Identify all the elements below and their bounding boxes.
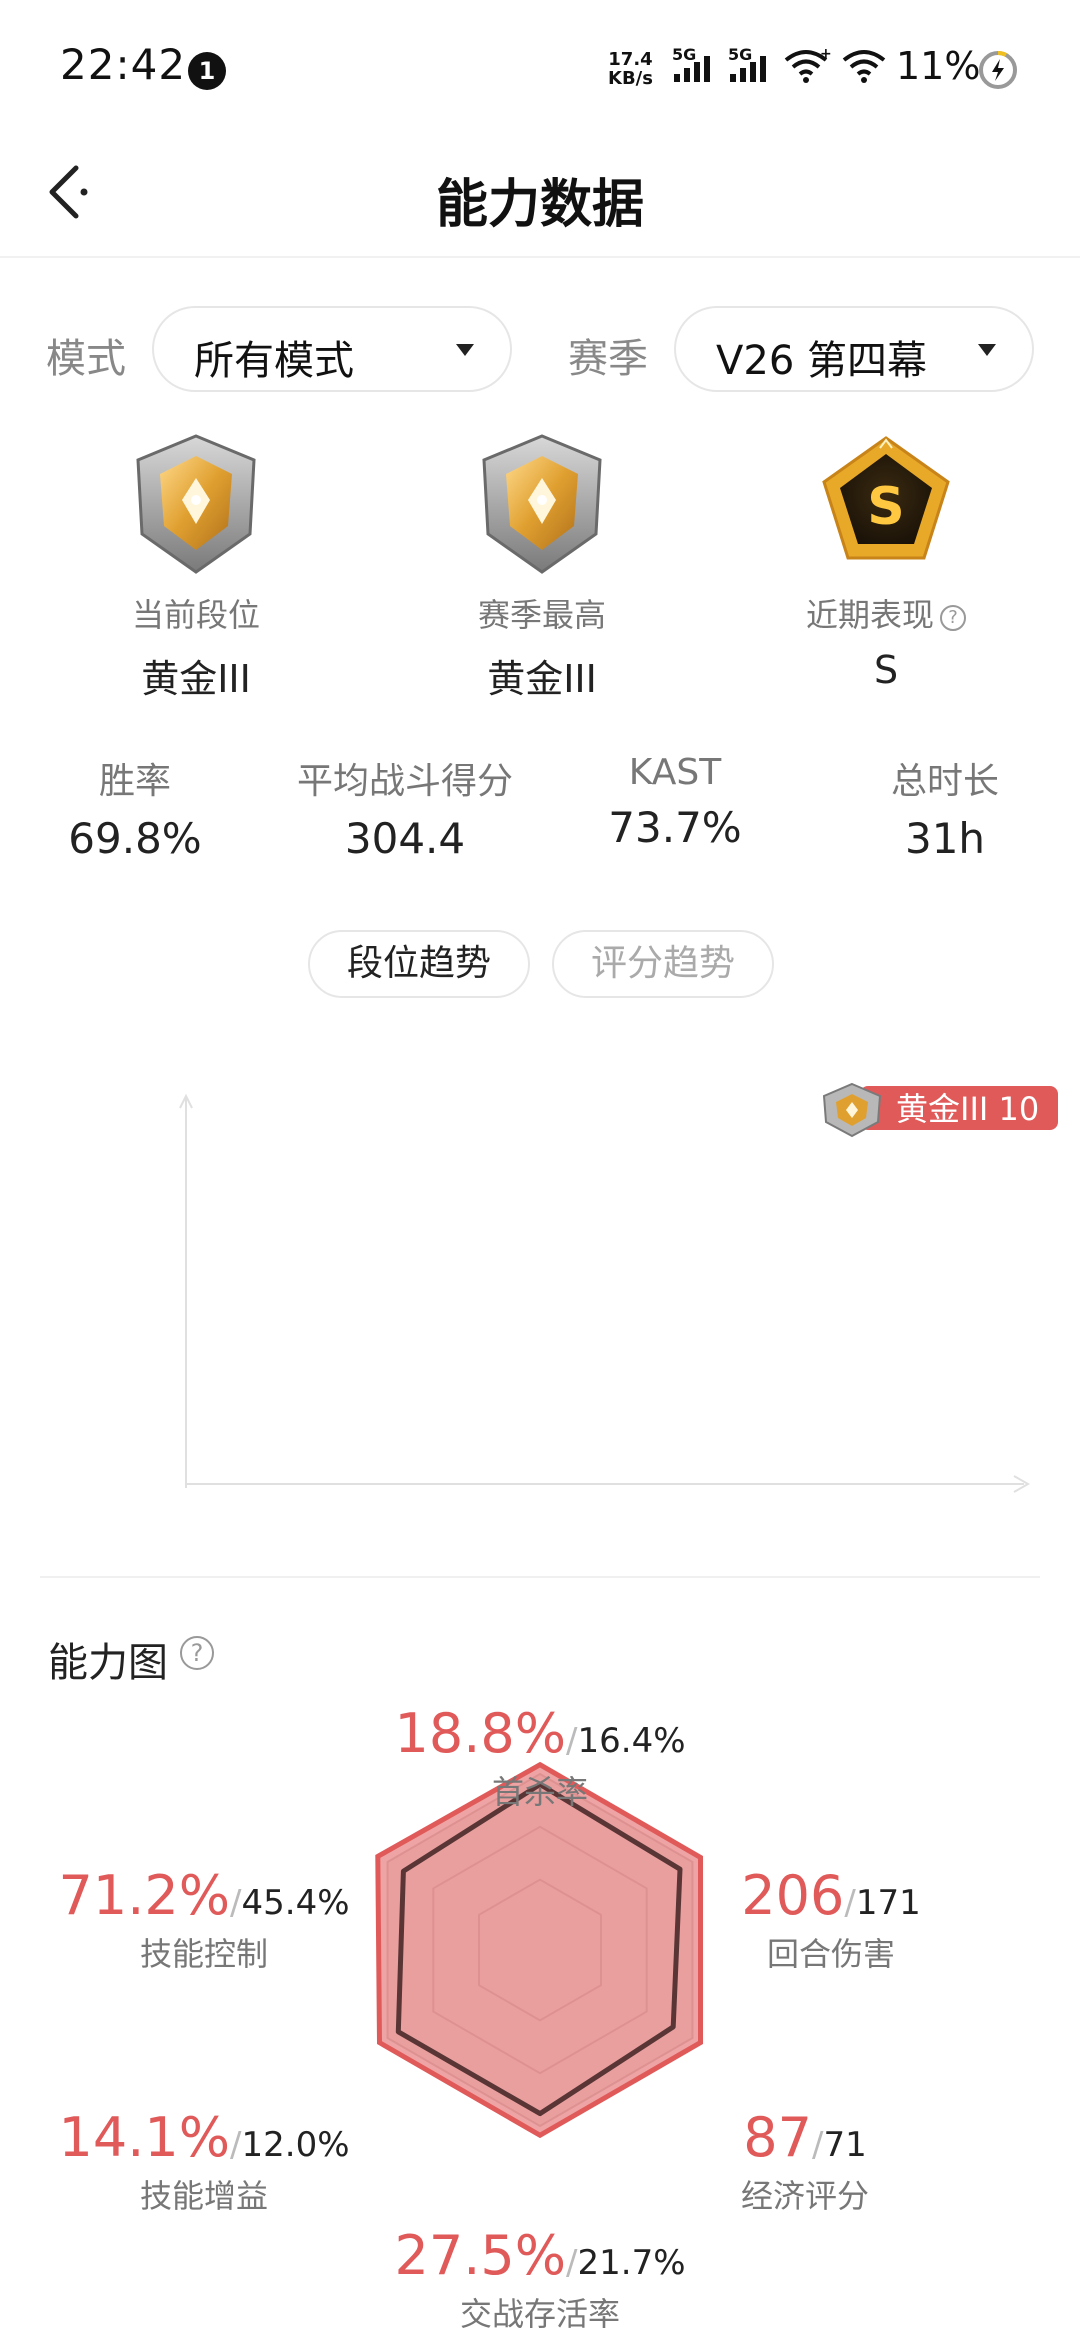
- rank-trend-chart: 黑铁III青铜II白银I白银III黄金II铂金I 黄金III 10: [179, 1082, 1058, 1493]
- metric-round-damage-value: 206: [741, 1864, 845, 1927]
- metric-survival-avg: 21.7%: [577, 2243, 686, 2283]
- metric-economy-label: 经济评分: [740, 2177, 869, 2215]
- stat-kast: KAST 73.7%: [540, 752, 810, 852]
- metric-skill-buff-label: 技能增益: [139, 2177, 268, 2215]
- mode-select-value: 所有模式: [194, 338, 354, 384]
- svg-text:+: +: [820, 46, 832, 62]
- metric-skill-buff-avg: 12.0%: [241, 2125, 350, 2165]
- metric-economy-value: 87: [743, 2106, 812, 2169]
- notification-badge: 1: [188, 52, 226, 90]
- rank-recent-label-text: 近期表现: [805, 596, 934, 634]
- rank-season-best[interactable]: 赛季最高 黄金III: [392, 430, 692, 703]
- stat-win-rate-value: 69.8%: [68, 814, 202, 863]
- stat-win-rate-label: 胜率: [98, 761, 171, 802]
- network-speed: 17.4 KB/s: [608, 50, 653, 88]
- ability-title: 能力图: [48, 1640, 168, 1686]
- help-icon[interactable]: ?: [180, 1636, 214, 1670]
- network-speed-value: 17.4: [608, 49, 653, 70]
- rank-current[interactable]: 当前段位 黄金III: [46, 430, 346, 703]
- stat-total-time: 总时长 31h: [810, 752, 1080, 863]
- rank-recent-value: S: [873, 648, 899, 692]
- status-bar: 22:42 1 17.4 KB/s 5G 5G + 11%: [0, 0, 1080, 130]
- stat-acs-value: 304.4: [344, 814, 466, 863]
- signal-5g-text-2: 5G: [728, 46, 752, 64]
- gold-rank-badge-icon: [482, 434, 602, 574]
- stat-avg-combat-score: 平均战斗得分 304.4: [270, 752, 540, 863]
- metric-survival-value: 27.5%: [394, 2224, 567, 2287]
- metric-economy-score: 87/71 经济评分: [720, 2106, 890, 2217]
- rank-current-label: 当前段位: [131, 596, 260, 634]
- signal-5g-text: 5G: [672, 46, 696, 64]
- callout-label: 黄金III 10: [896, 1090, 1039, 1128]
- stat-win-rate: 胜率 69.8%: [0, 752, 270, 863]
- stat-kast-value: 73.7%: [608, 803, 742, 852]
- radar-player-shape: [375, 1761, 703, 2139]
- status-time: 22:42: [60, 40, 187, 89]
- rank-current-value: 黄金III: [141, 657, 251, 701]
- season-select-value: V26 第四幕: [716, 338, 927, 384]
- season-select[interactable]: V26 第四幕: [674, 306, 1034, 392]
- page-title: 能力数据: [435, 175, 644, 235]
- s-grade-letter: S: [867, 477, 904, 537]
- wifi-icon: +: [784, 46, 832, 83]
- stat-total-time-value: 31h: [904, 814, 986, 863]
- section-divider: [40, 1576, 1040, 1578]
- metric-round-damage: 206/171 回合伤害: [716, 1864, 946, 1975]
- chevron-down-icon: [456, 344, 474, 356]
- metric-skill-control-avg: 45.4%: [241, 1883, 350, 1923]
- header-divider: [0, 256, 1080, 258]
- chevron-down-icon: [978, 344, 996, 356]
- stat-total-time-label: 总时长: [890, 761, 999, 802]
- rank-season-best-value: 黄金III: [487, 657, 597, 701]
- tab-rank-trend[interactable]: 段位趋势: [308, 930, 530, 998]
- metric-round-damage-label: 回合伤害: [766, 1935, 895, 1973]
- gold-rank-badge-icon: [136, 434, 256, 574]
- rank-season-best-label: 赛季最高: [477, 596, 606, 634]
- rank-recent-label: 近期表现?: [736, 590, 1036, 636]
- season-label: 赛季: [568, 336, 648, 382]
- stat-acs-label: 平均战斗得分: [296, 761, 513, 802]
- current-rank-callout: 黄金III 10: [822, 1082, 1058, 1138]
- network-speed-unit: KB/s: [608, 68, 653, 89]
- metric-skill-control-value: 71.2%: [58, 1864, 231, 1927]
- signal-5g-icon: 5G: [672, 46, 710, 82]
- tab-score-trend[interactable]: 评分趋势: [552, 930, 774, 998]
- signal-5g-icon-2: 5G: [728, 46, 766, 82]
- wifi-icon-2: [842, 50, 886, 83]
- metric-skill-buff: 14.1%/12.0% 技能增益: [44, 2106, 364, 2217]
- rank-recent-performance[interactable]: S 近期表现? S: [736, 430, 1036, 692]
- battery-charging-icon: [979, 51, 1017, 89]
- metric-engagement-survival: 27.5%/21.7% 交战存活率: [340, 2224, 740, 2335]
- metric-first-kill-value: 18.8%: [394, 1702, 567, 1765]
- metric-skill-buff-value: 14.1%: [58, 2106, 231, 2169]
- metric-skill-control-label: 技能控制: [139, 1935, 268, 1973]
- metric-skill-control: 71.2%/45.4% 技能控制: [44, 1864, 364, 1975]
- s-grade-badge-icon: S: [822, 436, 950, 560]
- help-icon[interactable]: ?: [940, 605, 966, 631]
- metric-first-kill-label: 首杀率: [491, 1773, 588, 1811]
- battery-level: 11%: [896, 44, 981, 88]
- mode-label: 模式: [46, 336, 126, 382]
- metric-first-kill-rate: 18.8%/16.4% 首杀率: [340, 1702, 740, 1813]
- metric-economy-avg: 71: [823, 2125, 867, 2165]
- metric-first-kill-avg: 16.4%: [577, 1721, 686, 1761]
- stat-kast-label: KAST: [628, 752, 722, 793]
- metric-round-damage-avg: 171: [855, 1883, 921, 1923]
- metric-survival-label: 交战存活率: [459, 2295, 620, 2333]
- mode-select[interactable]: 所有模式: [152, 306, 512, 392]
